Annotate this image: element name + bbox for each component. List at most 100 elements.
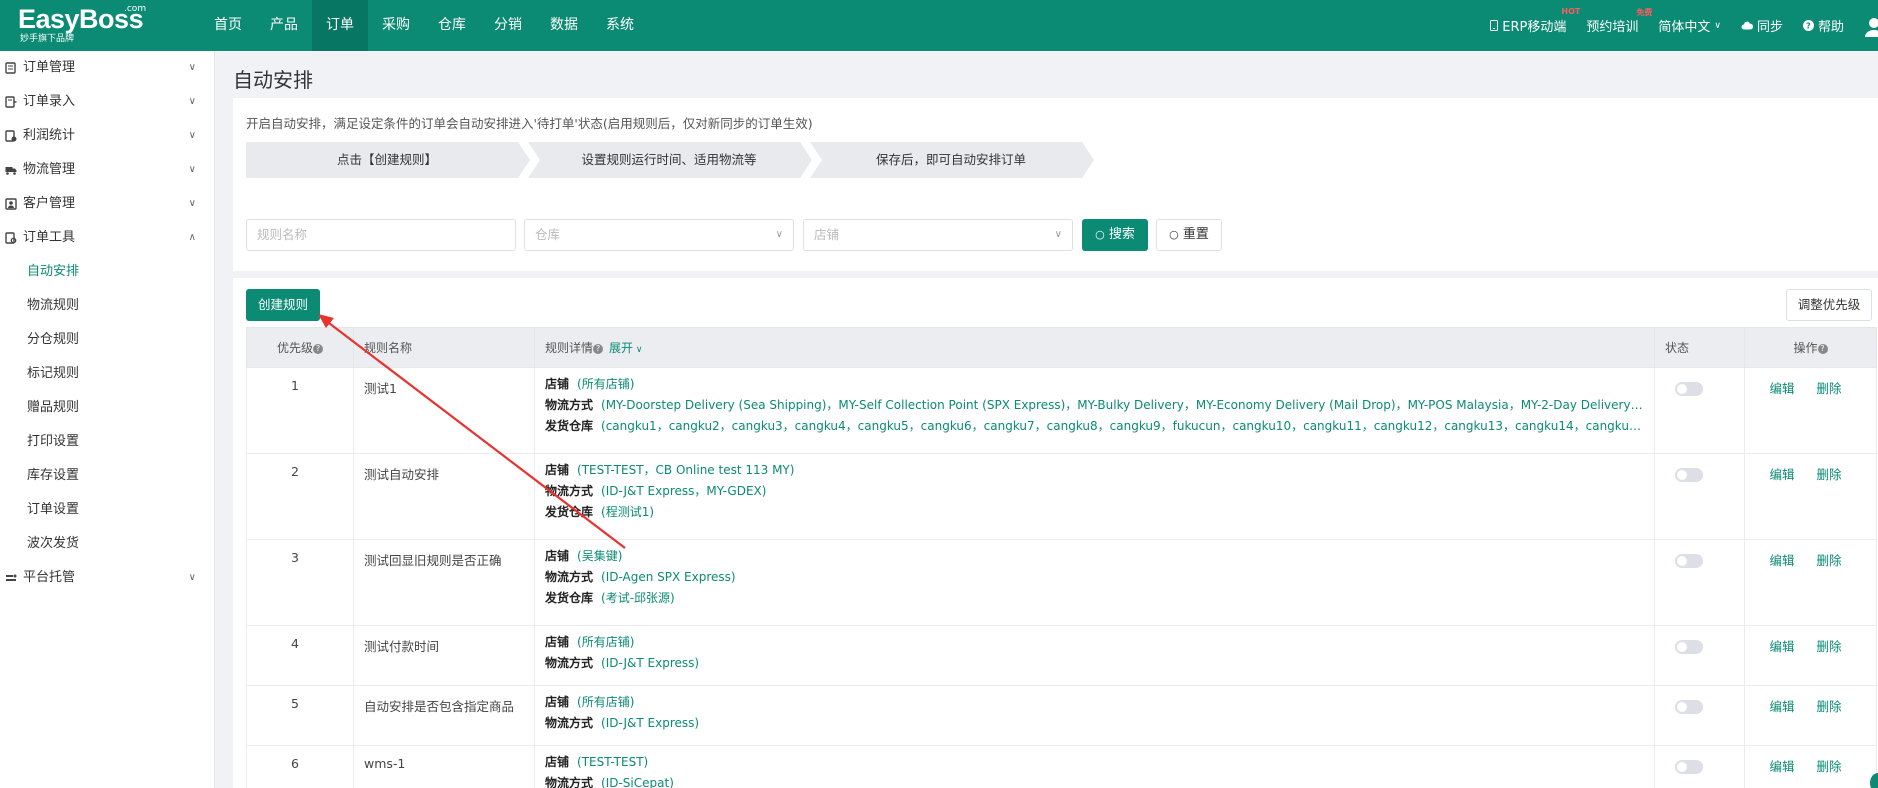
nav-distribution[interactable]: 分销 <box>480 0 536 51</box>
detail-value: (cangku1，cangku2，cangku3，cangku4，cangku5… <box>601 419 1644 433</box>
cell-rule-detail: 店铺 (所有店铺) 物流方式 (ID-J&T Express) <box>534 625 1655 686</box>
table-row: 1 测试1 店铺 (所有店铺) 物流方式 (MY-Doorstep Delivery (S… <box>246 367 1877 454</box>
detail-key: 店铺 <box>545 377 570 391</box>
edit-link[interactable]: 编辑 <box>1769 467 1794 482</box>
profit-icon <box>5 130 17 142</box>
training-link[interactable]: 预约培训 免费 <box>1586 8 1652 35</box>
edit-link[interactable]: 编辑 <box>1769 639 1794 654</box>
sidebar-item-warehouse-rules[interactable]: 分仓规则 <box>0 323 214 357</box>
delete-link[interactable]: 删除 <box>1817 699 1842 714</box>
chevron-down-icon: ∨ <box>1714 20 1721 31</box>
delete-link[interactable]: 删除 <box>1817 639 1842 654</box>
adjust-priority-button[interactable]: 调整优先级 <box>1786 289 1872 321</box>
status-toggle[interactable] <box>1675 640 1703 654</box>
detail-key: 发货仓库 <box>545 419 594 433</box>
question-icon: ? <box>1817 343 1828 354</box>
platform-icon <box>6 574 17 581</box>
delete-link[interactable]: 删除 <box>1817 381 1842 396</box>
edit-link[interactable]: 编辑 <box>1769 699 1794 714</box>
nav-purchase[interactable]: 采购 <box>368 0 424 51</box>
cell-priority: 3 <box>246 539 354 626</box>
question-icon: ? <box>593 343 604 354</box>
sidebar-item-auto-arrange[interactable]: 自动安排 <box>0 255 214 289</box>
chevron-down-icon: ∨ <box>188 164 196 175</box>
tools-icon <box>5 232 17 244</box>
cell-operations: 编辑 删除 <box>1744 453 1877 540</box>
reset-button[interactable]: ○ 重置 <box>1156 219 1222 251</box>
cell-status <box>1654 625 1745 686</box>
warehouse-select[interactable]: 仓库 ∨ <box>524 219 794 251</box>
sidebar-group-order-tools[interactable]: 订单工具 ∧ <box>0 221 214 255</box>
detail-line: 店铺 (TEST-TEST) <box>545 752 1644 773</box>
edit-link[interactable]: 编辑 <box>1769 381 1794 396</box>
detail-value: (TEST-TEST) <box>577 755 649 769</box>
sidebar-item-print-settings[interactable]: 打印设置 <box>0 425 214 459</box>
expand-toggle[interactable]: 展开 ∨ <box>609 341 642 355</box>
delete-link[interactable]: 删除 <box>1817 759 1842 774</box>
logo[interactable]: EasyBoss .com 妙手旗下品牌 <box>18 4 148 48</box>
order-manage-icon <box>5 62 16 74</box>
detail-key: 店铺 <box>545 463 570 477</box>
detail-value: (程测试1) <box>601 505 655 519</box>
sync-button[interactable]: 同步 <box>1741 16 1783 35</box>
nav-orders[interactable]: 订单 <box>312 0 368 51</box>
status-toggle[interactable] <box>1675 700 1703 714</box>
top-navbar: EasyBoss .com 妙手旗下品牌 首页 产品 订单 采购 仓库 分销 数… <box>0 0 1878 51</box>
detail-value: (ID-Agen SPX Express) <box>601 570 736 584</box>
delete-link[interactable]: 删除 <box>1817 553 1842 568</box>
cell-status <box>1654 453 1745 540</box>
status-toggle[interactable] <box>1675 554 1703 568</box>
chevron-down-icon: ∨ <box>188 62 196 73</box>
nav-warehouse[interactable]: 仓库 <box>424 0 480 51</box>
detail-value: (ID-J&T Express) <box>601 656 700 670</box>
edit-link[interactable]: 编辑 <box>1769 759 1794 774</box>
sidebar-group-profit[interactable]: 利润统计 ∨ <box>0 119 214 153</box>
search-button[interactable]: ○ 搜索 <box>1082 219 1148 251</box>
table-header-row: 优先级? 规则名称 规则详情? 展开 ∨ 状态 操作? <box>246 327 1877 368</box>
create-rule-button[interactable]: 创建规则 <box>246 289 320 321</box>
nav-data[interactable]: 数据 <box>536 0 592 51</box>
nav-products[interactable]: 产品 <box>256 0 312 51</box>
rule-name-input[interactable]: 规则名称 <box>246 219 516 251</box>
erp-mobile-link[interactable]: ERP移动端 HOT <box>1490 7 1580 35</box>
sidebar-group-logistics[interactable]: 物流管理 ∨ <box>0 153 214 187</box>
header-priority-label: 优先级 <box>276 341 313 355</box>
table-body: 1 测试1 店铺 (所有店铺) 物流方式 (MY-Doorstep Delivery (S… <box>246 367 1877 788</box>
status-toggle[interactable] <box>1675 382 1703 396</box>
edit-link[interactable]: 编辑 <box>1769 553 1794 568</box>
cell-rule-name: 测试自动安排 <box>353 453 535 540</box>
customer-icon <box>5 198 17 210</box>
help-label: 帮助 <box>1817 20 1844 35</box>
status-toggle[interactable] <box>1675 760 1703 774</box>
sidebar-group-platform[interactable]: 平台托管 ∨ <box>0 561 214 595</box>
delete-link[interactable]: 删除 <box>1817 467 1842 482</box>
help-button[interactable]: ? 帮助 <box>1802 16 1844 35</box>
sidebar-group-customers[interactable]: 客户管理 ∨ <box>0 187 214 221</box>
chevron-down-icon: ∨ <box>188 96 196 107</box>
sidebar-item-gift-rules[interactable]: 赠品规则 <box>0 391 214 425</box>
sidebar-item-mark-rules[interactable]: 标记规则 <box>0 357 214 391</box>
nav-home[interactable]: 首页 <box>200 0 256 51</box>
cell-status <box>1654 539 1745 626</box>
shop-select[interactable]: 店铺 ∨ <box>803 219 1073 251</box>
free-badge: 免费 <box>1636 8 1653 17</box>
floating-service-button[interactable] <box>1870 773 1878 788</box>
detail-value: (吴集键) <box>577 549 623 563</box>
language-select[interactable]: 简体中文 ∨ <box>1658 16 1721 35</box>
table-row: 5 自动安排是否包含指定商品 店铺 (所有店铺) 物流方式 (ID-J&T Express… <box>246 685 1877 746</box>
sidebar-item-order-settings[interactable]: 订单设置 <box>0 493 214 527</box>
sidebar-item-wave-shipping[interactable]: 波次发货 <box>0 527 214 561</box>
status-toggle[interactable] <box>1675 468 1703 482</box>
training-label: 预约培训 <box>1586 20 1639 35</box>
detail-value: (ID-J&T Express) <box>601 716 700 730</box>
nav-system[interactable]: 系统 <box>592 0 648 51</box>
warehouse-select-placeholder: 仓库 <box>535 227 561 242</box>
sidebar-item-logistics-rules[interactable]: 物流规则 <box>0 289 214 323</box>
sidebar-group-label: 平台托管 <box>23 570 76 585</box>
sidebar-group-order-entry[interactable]: 订单录入 ∨ <box>0 85 214 119</box>
sidebar-item-stock-settings[interactable]: 库存设置 <box>0 459 214 493</box>
top-right-menu: ERP移动端 HOT 预约培训 免费 简体中文 ∨ 同步 ? 帮助 <box>1490 0 1878 51</box>
cell-operations: 编辑 删除 <box>1744 745 1877 788</box>
sidebar-group-order-manage[interactable]: 订单管理 ∨ <box>0 51 214 85</box>
user-avatar-icon[interactable] <box>1864 15 1878 37</box>
